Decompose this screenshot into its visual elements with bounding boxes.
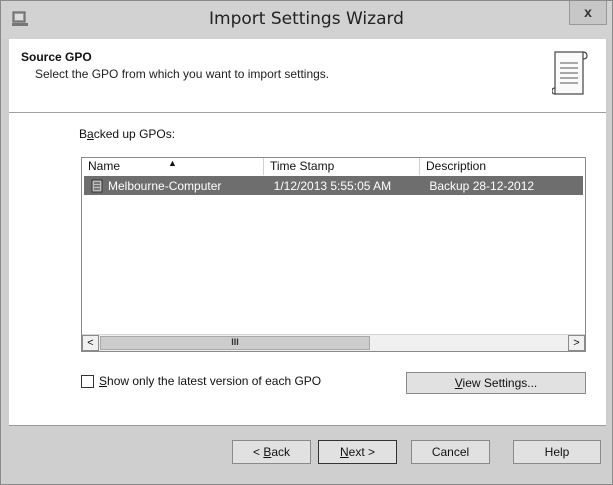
list-row-selected[interactable]: Melbourne-Computer 1/12/2013 5:55:05 AM …: [84, 176, 583, 195]
footer-divider: [9, 425, 606, 426]
title-bar[interactable]: Import Settings Wizard x: [1, 1, 612, 39]
scroll-right-button[interactable]: >: [568, 335, 585, 351]
scroll-thumb[interactable]: III: [100, 336, 370, 350]
scroll-document-icon: [552, 51, 588, 95]
latest-version-checkbox[interactable]: [81, 374, 94, 388]
window-title: Import Settings Wizard: [209, 9, 404, 29]
latest-version-option[interactable]: Show only the latest version of each GPO: [81, 374, 321, 388]
row-name: Melbourne-Computer: [108, 178, 222, 193]
backed-up-gpos-list[interactable]: Name ▲ Time Stamp Description Melbourne-…: [81, 157, 586, 352]
horizontal-scrollbar[interactable]: < III >: [82, 334, 585, 351]
gpo-backup-icon: [91, 179, 103, 192]
scroll-left-button[interactable]: <: [82, 335, 99, 351]
backed-up-gpos-label: Backed up GPOs:: [79, 127, 176, 141]
column-header-description[interactable]: Description: [420, 158, 585, 175]
close-button[interactable]: x: [569, 1, 607, 25]
row-description: Backup 28-12-2012: [429, 178, 535, 193]
list-header: Name ▲ Time Stamp Description: [82, 158, 585, 175]
import-settings-wizard-window: Import Settings Wizard x Source GPO Sele…: [0, 0, 613, 485]
cancel-button[interactable]: Cancel: [411, 440, 490, 464]
row-time-stamp: 1/12/2013 5:55:05 AM: [273, 178, 392, 193]
view-settings-button[interactable]: View Settings...: [406, 372, 586, 394]
page-title: Source GPO: [21, 50, 92, 64]
latest-version-label: Show only the latest version of each GPO: [99, 374, 322, 388]
column-header-name[interactable]: Name ▲: [82, 158, 264, 175]
back-button[interactable]: < Back: [232, 440, 311, 464]
column-header-time-stamp[interactable]: Time Stamp: [264, 158, 420, 175]
wizard-header: Source GPO Select the GPO from which you…: [9, 39, 606, 113]
sort-ascending-icon: ▲: [168, 158, 177, 168]
help-button[interactable]: Help: [513, 440, 601, 464]
page-subtitle: Select the GPO from which you want to im…: [35, 67, 330, 81]
wizard-body: Backed up GPOs: Name ▲ Time Stamp Descri…: [9, 113, 606, 425]
next-button[interactable]: Next >: [318, 440, 397, 464]
